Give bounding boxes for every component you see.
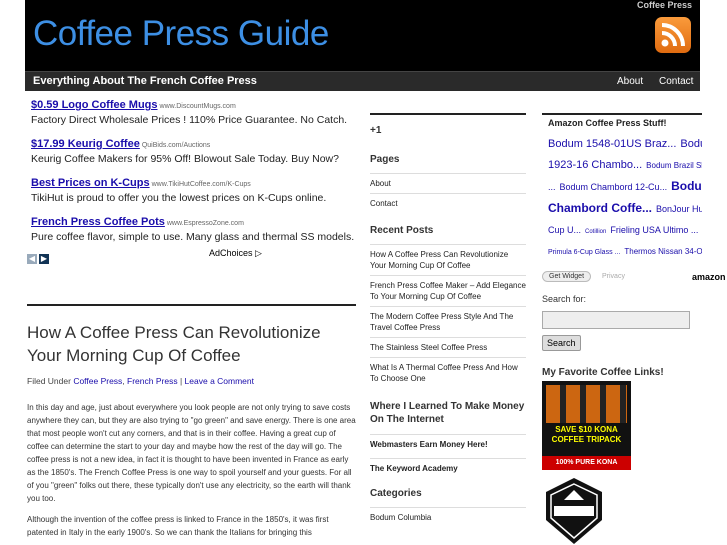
money-heading: Where I Learned To Make Money On The Int… (370, 401, 525, 425)
chevron-right-icon[interactable]: ▶ (39, 254, 49, 264)
search-input[interactable] (542, 311, 690, 329)
money-link[interactable]: The Keyword Academy (370, 458, 526, 478)
ad-body: Pure coffee flavor, simple to use. Many … (31, 231, 355, 243)
ad-item: Best Prices on K-Cups www.TikiHutCoffee.c… (31, 173, 356, 204)
ad-body: Factory Direct Wholesale Prices ! 110% P… (31, 114, 348, 126)
recent-post-link[interactable]: The Modern Coffee Press Style And The Tr… (370, 306, 526, 337)
divider (27, 304, 356, 306)
sidebar-middle: +1 Pages About Contact Recent Posts How … (370, 113, 526, 527)
sidebar-right: Amazon Coffee Press Stuff! Bodum 1548-01… (542, 113, 726, 544)
recent-post-link[interactable]: What Is A Thermal Coffee Press And How T… (370, 357, 526, 388)
nav-bar: Everything About The French Coffee Press… (25, 71, 700, 91)
ad-title-link[interactable]: $17.99 Keurig Coffee (31, 138, 140, 150)
ad-url[interactable]: www.EspressoZone.com (167, 220, 244, 227)
category-link-french-press[interactable]: French Press (127, 376, 178, 386)
ad-item: $17.99 Keurig Coffee QuiBids.com/Auctions… (31, 134, 356, 165)
site-header: Coffee Press Coffee Press Guide (25, 0, 700, 71)
ad-body: TikiHut is proud to offer you the lowest… (31, 192, 327, 204)
site-title[interactable]: Coffee Press Guide (33, 14, 329, 54)
product-link[interactable]: Cup U... (548, 225, 581, 235)
amazon-widget-title: Amazon Coffee Press Stuff! (548, 118, 667, 128)
product-link[interactable]: Cotillion (585, 229, 606, 235)
product-link[interactable]: Primula 6-Cup Glass ... (548, 249, 620, 256)
money-link[interactable]: Webmasters Earn Money Here! (370, 434, 526, 454)
categories-heading: Categories (370, 488, 422, 499)
amazon-logo: amazon (692, 272, 726, 282)
site-description: Everything About The French Coffee Press (33, 75, 257, 87)
ad-title-link[interactable]: French Press Coffee Pots (31, 216, 165, 228)
kona-banner-text: SAVE $10 KONA COFFEE TRIPACK (551, 425, 622, 444)
privacy-link[interactable]: Privacy (602, 273, 625, 280)
hunter-bay-logo[interactable] (542, 476, 606, 545)
ad-url[interactable]: www.TikiHutCoffee.com/K-Cups (152, 181, 251, 188)
product-link[interactable]: Bodum Brazil Shatt (646, 161, 702, 170)
kona-coffee-banner[interactable]: SAVE $10 KONA COFFEE TRIPACK 100% PURE K… (542, 381, 631, 470)
ad-url[interactable]: QuiBids.com/Auctions (142, 142, 210, 149)
divider (542, 113, 702, 115)
search-button[interactable]: Search (542, 335, 581, 351)
nav-link-contact[interactable]: Contact (659, 76, 693, 87)
amazon-widget-footer: Get Widget Privacy amazon (542, 271, 726, 285)
product-link[interactable]: Bodum (680, 138, 702, 150)
divider (370, 113, 526, 115)
ad-item: $0.59 Logo Coffee Mugs www.DiscountMugs.c… (31, 95, 356, 126)
ad-title-link[interactable]: $0.59 Logo Coffee Mugs (31, 99, 158, 111)
post-body: In this day and age, just about everywhe… (27, 401, 357, 545)
post-paragraph: In this day and age, just about everywhe… (27, 403, 356, 503)
pages-heading: Pages (370, 154, 400, 165)
category-link[interactable]: Bodum Columbia (370, 507, 526, 527)
recent-post-link[interactable]: The Stainless Steel Coffee Press (370, 337, 526, 357)
nav-link-about[interactable]: About (617, 76, 643, 87)
filed-under-label: Filed Under (27, 376, 71, 386)
adchoices-icon: ▷ (255, 248, 262, 258)
sidebar-item-contact[interactable]: Contact (370, 193, 526, 213)
post-paragraph: Although the invention of the coffee pre… (27, 515, 329, 537)
recent-post-link[interactable]: French Press Coffee Maker – Add Elegance… (370, 275, 526, 306)
google-plusone-button[interactable]: +1 (370, 125, 526, 136)
recent-posts-heading: Recent Posts (370, 225, 434, 236)
chevron-left-icon[interactable]: ◀ (27, 254, 37, 264)
product-link[interactable]: ... (548, 182, 556, 192)
product-link[interactable]: Chambord Coffe... (548, 201, 652, 215)
kona-banner-footer: 100% PURE KONA (542, 456, 631, 470)
get-widget-button[interactable]: Get Widget (542, 271, 592, 282)
ad-block: $0.59 Logo Coffee Mugs www.DiscountMugs.c… (31, 95, 356, 251)
header-top-tag: Coffee Press (636, 0, 692, 10)
ad-pager: ◀ ▶ (27, 248, 51, 266)
ad-url[interactable]: www.DiscountMugs.com (160, 103, 236, 110)
product-link[interactable]: Bodum Chambord 12-Cu... (560, 182, 668, 192)
post-title[interactable]: How A Coffee Press Can Revolutionize You… (27, 321, 357, 367)
adchoices-label: AdChoices (209, 248, 253, 258)
adchoices-link[interactable]: AdChoices ▷ (209, 248, 262, 259)
favorite-links-heading: My Favorite Coffee Links! (542, 367, 664, 378)
leave-comment-link[interactable]: Leave a Comment (185, 376, 254, 386)
product-link[interactable]: Bodu (671, 179, 702, 193)
meta-separator: | (179, 376, 183, 386)
ad-title-link[interactable]: Best Prices on K-Cups (31, 177, 150, 189)
product-link[interactable]: Bodum 1548-01US Braz... (548, 138, 676, 150)
product-link[interactable]: BonJour Hugo (656, 204, 702, 214)
sidebar-item-about[interactable]: About (370, 173, 526, 193)
category-link-coffee-press[interactable]: Coffee Press (73, 376, 122, 386)
amazon-tag-cloud: Bodum 1548-01US Braz... Bodum 1923-16 Cha… (542, 134, 702, 263)
post-meta: Filed Under Coffee Press, French Press |… (27, 376, 254, 386)
rss-feed-icon[interactable] (655, 17, 691, 53)
product-link[interactable]: Frieling USA Ultimo ... (610, 225, 698, 235)
ad-body: Keurig Coffee Makers for 95% Off! Blowou… (31, 153, 339, 165)
recent-post-link[interactable]: How A Coffee Press Can Revolutionize You… (370, 244, 526, 275)
product-link[interactable]: Thermos Nissan 34-O (624, 247, 702, 256)
search-label: Search for: (542, 294, 587, 304)
ad-item: French Press Coffee Pots www.EspressoZone… (31, 212, 356, 243)
kona-stamps-graphic (546, 385, 627, 423)
product-link[interactable]: 1923-16 Chambo... (548, 159, 642, 171)
